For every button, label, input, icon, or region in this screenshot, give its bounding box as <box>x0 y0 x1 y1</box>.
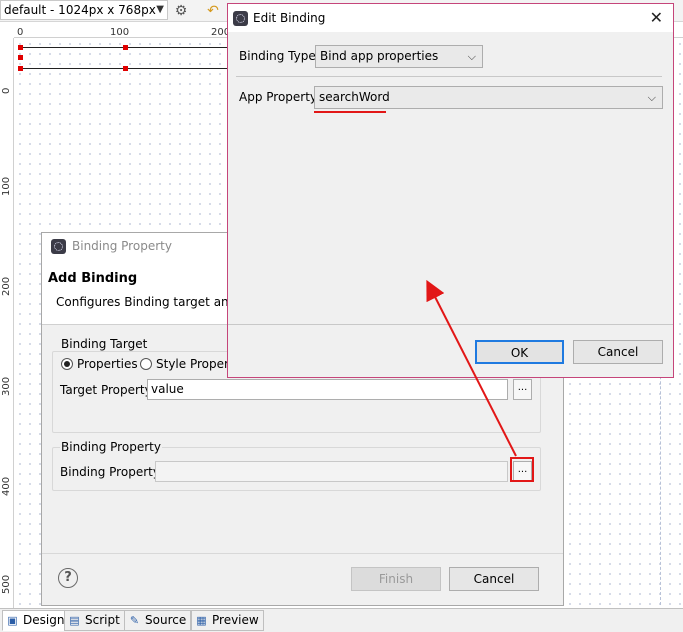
style-property-radio[interactable] <box>140 358 152 370</box>
footer-separator <box>42 553 563 554</box>
cancel-button[interactable]: Cancel <box>449 567 539 591</box>
binding-type-select[interactable]: Bind app properties ⌵ <box>315 45 483 68</box>
tab-label: Script <box>85 613 120 627</box>
tab-label: Source <box>145 613 187 627</box>
resolution-select[interactable]: default - 1024px x 768px ▼ <box>0 0 168 20</box>
ruler-label: 0 <box>1 87 12 94</box>
resize-handle[interactable] <box>18 45 23 50</box>
ruler-label: 400 <box>1 476 12 496</box>
app-icon <box>51 239 66 254</box>
ruler-label: 500 <box>1 574 12 594</box>
properties-radio[interactable] <box>61 358 73 370</box>
group-title: Binding Property <box>60 440 162 454</box>
chevron-down-icon: ▼ <box>156 4 164 15</box>
ruler-label: 300 <box>1 376 12 396</box>
tab-source[interactable]: ✎ Source <box>124 610 192 631</box>
finish-button[interactable]: Finish <box>351 567 441 591</box>
footer-separator <box>228 324 673 325</box>
design-icon: ▣ <box>7 614 18 627</box>
resize-handle[interactable] <box>18 66 23 71</box>
chevron-down-icon: ⌵ <box>647 91 656 104</box>
app-icon <box>233 11 248 26</box>
ruler-label: 200 <box>1 276 12 296</box>
tab-label: Preview <box>212 613 259 627</box>
binding-type-label: Binding Type <box>239 49 316 63</box>
app-property-label: App Property <box>239 90 318 104</box>
header-title: Add Binding <box>48 271 138 286</box>
resolution-value: default - 1024px x 768px <box>4 3 156 17</box>
ruler-label: 100 <box>110 27 130 38</box>
cancel-button[interactable]: Cancel <box>573 340 663 364</box>
group-title: Binding Target <box>60 337 149 351</box>
selected-component-bottom-edge <box>20 68 250 69</box>
dialog-title: Binding Property <box>72 239 172 253</box>
edit-binding-dialog: Edit Binding ✕ Binding Type Bind app pro… <box>227 3 674 378</box>
undo-icon[interactable]: ↶ <box>204 2 222 20</box>
ruler-label: 100 <box>1 176 12 196</box>
resize-handle[interactable] <box>123 66 128 71</box>
ruler-vertical: 0 100 200 300 400 500 <box>0 38 14 608</box>
ok-button[interactable]: OK <box>475 340 564 364</box>
binding-property-label: Binding Property <box>60 465 160 479</box>
chevron-down-icon: ⌵ <box>467 50 476 63</box>
gear-icon[interactable]: ⚙ <box>172 2 190 20</box>
annotation-highlight-box <box>510 457 534 482</box>
close-icon[interactable]: ✕ <box>650 8 663 27</box>
target-property-field[interactable]: value <box>147 379 508 400</box>
tab-preview[interactable]: ▦ Preview <box>191 610 264 631</box>
resize-handle[interactable] <box>123 45 128 50</box>
properties-radio-label[interactable]: Properties <box>77 357 138 371</box>
annotation-underline <box>314 111 386 113</box>
selected-component-top-edge <box>20 47 250 48</box>
dialog-titlebar[interactable]: Edit Binding ✕ <box>228 4 673 32</box>
target-property-browse-button[interactable]: ... <box>513 379 532 400</box>
app-property-select[interactable]: searchWord ⌵ <box>314 86 663 109</box>
preview-icon: ▦ <box>196 614 207 627</box>
app-property-value: searchWord <box>319 90 390 104</box>
binding-type-value: Bind app properties <box>320 49 439 63</box>
designer-window: default - 1024px x 768px ▼ ⚙ ↶ 0 100 200… <box>0 0 683 632</box>
header-description: Configures Binding target and s <box>56 295 247 309</box>
tab-design[interactable]: ▣ Design <box>2 610 70 631</box>
resize-handle[interactable] <box>18 55 23 60</box>
target-property-label: Target Property <box>60 383 152 397</box>
help-icon[interactable]: ? <box>58 568 78 588</box>
ruler-label: 0 <box>17 27 24 38</box>
source-icon: ✎ <box>129 614 140 627</box>
editor-tabs: ▣ Design ▤ Script ✎ Source ▦ Preview <box>0 608 683 632</box>
tab-label: Design <box>23 613 65 627</box>
dialog-title: Edit Binding <box>253 11 326 25</box>
tab-script[interactable]: ▤ Script <box>64 610 125 631</box>
script-icon: ▤ <box>69 614 80 627</box>
separator <box>236 76 662 77</box>
binding-property-field[interactable] <box>155 461 508 482</box>
